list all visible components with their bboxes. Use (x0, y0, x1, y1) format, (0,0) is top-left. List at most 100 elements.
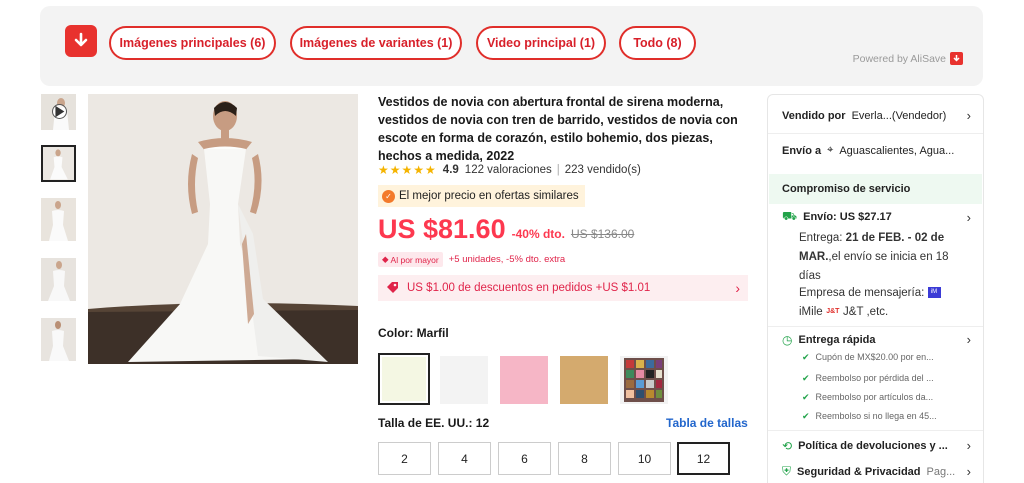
alisave-logo-icon (950, 52, 963, 65)
best-price-badge: ✓ El mejor precio en ofertas similares (378, 185, 585, 207)
discount-percent: -40% dto. (511, 227, 565, 241)
main-product-image[interactable] (88, 94, 358, 364)
security-rest: Pag... (926, 465, 956, 478)
coupon-icon (386, 281, 399, 296)
play-icon (52, 104, 67, 119)
ship-to-label: Envío a (782, 144, 822, 157)
gallery-thumb-2[interactable] (41, 198, 76, 241)
imile-logo-icon: iM (927, 287, 941, 299)
gallery-thumb-video[interactable] (41, 94, 76, 130)
tab-all[interactable]: Todo (8) (619, 26, 696, 60)
location-pin-icon: ⌖ (827, 144, 834, 156)
fast-item-text: Reembolso si no llega en 45... (815, 411, 937, 421)
service-commitment-header: Compromiso de servicio (769, 174, 982, 204)
chevron-right-icon: › (966, 209, 971, 225)
carrier-info: Empresa de mensajería: iM iMile J&T J&T … (799, 284, 973, 322)
delivery-info: Entrega: 21 de FEB. - 02 de MAR.,el enví… (799, 229, 973, 286)
chevron-right-icon: › (735, 280, 740, 296)
color-chart-image (620, 356, 668, 404)
jt-logo-icon: J&T (826, 308, 840, 316)
delivery-prefix: Entrega: (799, 232, 846, 244)
tab-main-video[interactable]: Video principal (1) (476, 26, 606, 60)
service-title: Compromiso de servicio (782, 183, 911, 195)
alisave-toolbar: Imágenes principales (6) Imágenes de var… (40, 6, 983, 86)
fast-delivery-item: ✔ Reembolso por pérdida del ... (802, 373, 971, 384)
size-option-12[interactable]: 12 (677, 442, 730, 475)
tab-variant-images[interactable]: Imágenes de variantes (1) (290, 26, 462, 60)
coupon-banner[interactable]: US $1.00 de descuentos en pedidos +US $1… (378, 275, 748, 301)
color-label: Color: Marfil (378, 326, 449, 340)
rating-value: 4.9 (442, 164, 459, 176)
swatch-blanco[interactable] (440, 356, 488, 404)
swatch-color-chart[interactable] (620, 356, 668, 404)
bulk-text: +5 unidades, -5% dto. extra (448, 254, 566, 265)
swatch-fill (382, 357, 426, 401)
swatch-champan[interactable] (560, 356, 608, 404)
check-icon: ✔ (802, 411, 810, 421)
current-price: US $81.60 (378, 214, 506, 244)
bulk-discount-row: ◆ Al por mayor +5 unidades, -5% dto. ext… (378, 252, 565, 267)
clock-icon: ◷ (782, 332, 793, 347)
fast-item-text: Cupón de MX$20.00 por en... (815, 352, 934, 362)
size-option-6[interactable]: 6 (498, 442, 551, 475)
gallery-thumb-3[interactable] (41, 258, 76, 301)
check-icon: ✔ (802, 352, 810, 362)
swatch-fill (560, 356, 608, 404)
gallery-thumb-4[interactable] (41, 318, 76, 361)
download-icon[interactable] (65, 25, 97, 57)
security-title: Seguridad & Privacidad (797, 465, 921, 478)
return-box-icon: ⟲ (782, 438, 793, 453)
fast-delivery-item: ✔ Cupón de MX$20.00 por en... (802, 352, 971, 363)
carrier-jt: J&T ,etc. (843, 306, 889, 318)
chevron-right-icon: › (966, 332, 971, 347)
size-option-8[interactable]: 8 (558, 442, 611, 475)
ship-to-row[interactable]: Envío a ⌖ Aguascalientes, Agua... (782, 144, 971, 157)
swatch-marfil[interactable] (378, 353, 430, 405)
size-option-4[interactable]: 4 (438, 442, 491, 475)
price-row: US $81.60 -40% dto. US $136.00 (378, 214, 634, 245)
swatch-fill (440, 356, 488, 404)
security-row[interactable]: ⛨ Seguridad & Privacidad Pag... › (782, 464, 971, 479)
swatch-rosa[interactable] (500, 356, 548, 404)
check-icon: ✔ (802, 373, 810, 383)
size-option-2[interactable]: 2 (378, 442, 431, 475)
rating-row: ★★★★★ 4.9 122 valoraciones | 223 vendido… (378, 163, 641, 177)
truck-icon: ⛟ (782, 209, 798, 223)
chevron-right-icon: › (966, 464, 971, 479)
bulk-tag: ◆ Al por mayor (378, 252, 443, 267)
returns-policy-text: Política de devoluciones y ... (798, 439, 948, 452)
best-price-text: El mejor precio en ofertas similares (399, 190, 579, 202)
shipping-cost: Envío: US $27.17 (803, 211, 892, 223)
tag-icon: ◆ (382, 254, 389, 264)
star-rating-icon: ★★★★★ (378, 163, 437, 177)
sold-by-row[interactable]: Vendido por Everla...(Vendedor) › (782, 108, 971, 123)
gallery-thumb-1[interactable] (41, 145, 76, 182)
size-option-10[interactable]: 10 (618, 442, 671, 475)
seller-service-panel: Vendido por Everla...(Vendedor) › Envío … (767, 94, 984, 483)
shipping-row[interactable]: ⛟ Envío: US $27.17 › (782, 209, 971, 225)
powered-by: Powered by AliSave (853, 52, 963, 65)
fast-delivery-item: ✔ Reembolso por artículos da... (802, 392, 971, 403)
reviews-link[interactable]: 122 valoraciones (465, 164, 552, 176)
product-title: Vestidos de novia con abertura frontal d… (378, 95, 738, 163)
check-icon: ✔ (802, 392, 810, 402)
fast-delivery-row[interactable]: ◷ Entrega rápida › (782, 332, 971, 347)
separator: | (556, 164, 560, 176)
fast-delivery-item: ✔ Reembolso si no llega en 45... (802, 411, 971, 422)
carrier-label: Empresa de mensajería: (799, 287, 925, 299)
ship-to-location: Aguascalientes, Agua... (839, 144, 955, 157)
powered-by-text: Powered by AliSave (852, 52, 946, 65)
returns-policy-row[interactable]: ⟲ Política de devoluciones y ... › (782, 438, 971, 453)
best-price-icon: ✓ (382, 189, 395, 203)
fast-delivery-title: Entrega rápida (798, 333, 876, 346)
chevron-right-icon: › (966, 108, 971, 123)
divider (768, 133, 983, 134)
size-chart-link[interactable]: Tabla de tallas (666, 416, 748, 430)
sold-by-label: Vendido por (782, 109, 846, 122)
seller-name: Everla...(Vendedor) (851, 109, 947, 122)
tab-main-images[interactable]: Imágenes principales (6) (109, 26, 276, 60)
sold-count: 223 vendido(s) (564, 164, 641, 176)
bulk-tag-label: Al por mayor (390, 254, 439, 265)
fast-item-text: Reembolso por artículos da... (815, 392, 934, 402)
chevron-right-icon: › (966, 438, 971, 453)
